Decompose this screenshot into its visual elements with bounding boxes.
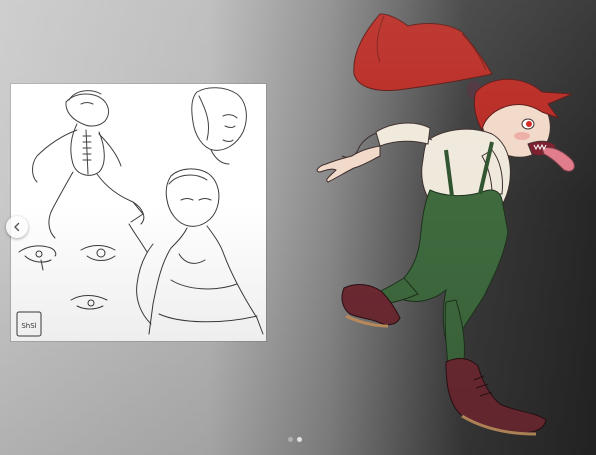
signature-text: ShSl	[21, 322, 36, 330]
character-illustration	[296, 0, 596, 455]
previous-slide-button[interactable]	[6, 216, 28, 238]
pagination-dot-1[interactable]	[288, 436, 293, 442]
chevron-left-icon	[12, 222, 22, 232]
sketch-drawing: ShSl	[16, 87, 264, 337]
character-drawing	[316, 13, 575, 436]
pagination-dot-2-active[interactable]	[297, 436, 302, 442]
sketch-image: ShSl	[11, 84, 266, 341]
carousel-stage: ShSl	[0, 0, 596, 455]
carousel-pagination	[288, 436, 308, 442]
